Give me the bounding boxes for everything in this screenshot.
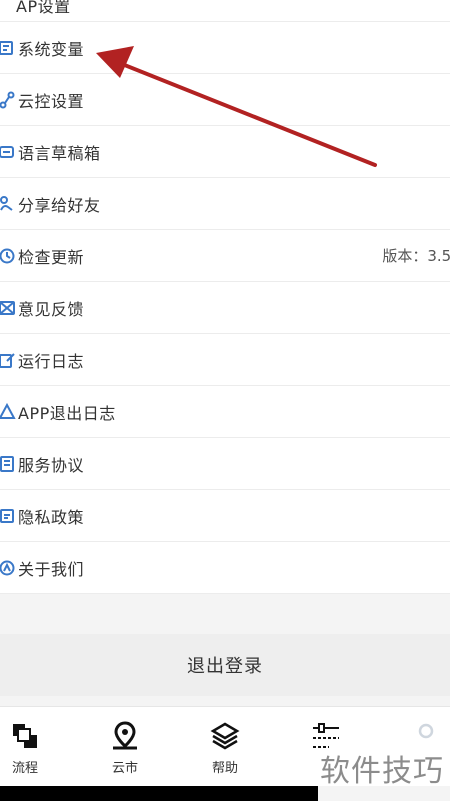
watermark-text: 软件技巧 <box>320 754 444 789</box>
menu-item-about-us[interactable]: 关于我们 <box>0 542 450 594</box>
menu-item-label: 服务协议 <box>18 455 85 475</box>
menu-item-label: APP退出日志 <box>18 403 116 423</box>
document-icon <box>0 455 16 473</box>
policy-icon <box>0 507 16 525</box>
menu-item-service-agreement[interactable]: 服务协议 <box>0 438 450 490</box>
menu-item-share[interactable]: 分享给好友 <box>0 178 450 230</box>
flow-icon <box>0 719 55 753</box>
tab-flow[interactable]: 流程 <box>0 719 55 776</box>
menu-item-app-exit-log[interactable]: APP退出日志 <box>0 386 450 438</box>
logout-button[interactable]: 退出登录 <box>0 634 450 696</box>
tab-label: 帮助 <box>211 761 238 776</box>
menu-item-run-log[interactable]: 运行日志 <box>0 334 450 386</box>
menu-item-label: 语言草稿箱 <box>18 143 101 163</box>
warning-icon <box>0 402 16 421</box>
logout-label: 退出登录 <box>187 656 263 677</box>
menu-item-system-variables[interactable]: 系统变量 <box>0 22 450 74</box>
menu-item-label: 检查更新 <box>18 247 85 267</box>
log-edit-icon <box>0 351 16 369</box>
home-indicator-bar <box>0 786 318 801</box>
update-icon <box>0 247 16 265</box>
version-value: 版本：3.5. <box>382 247 450 265</box>
menu-item-ap-settings[interactable]: AP设置 <box>0 0 450 22</box>
tab-help[interactable]: 帮助 <box>195 719 255 776</box>
menu-item-cloud-control[interactable]: 云控设置 <box>0 74 450 126</box>
menu-item-label: 意见反馈 <box>18 299 85 319</box>
settings-menu-list: AP设置 系统变量 云控设置 语言草稿箱 分享给好友 检查更新 版本：3.5. <box>0 0 450 594</box>
menu-item-privacy-policy[interactable]: 隐私政策 <box>0 490 450 542</box>
layers-icon <box>195 719 255 753</box>
share-icon <box>0 195 16 213</box>
menu-item-check-update[interactable]: 检查更新 版本：3.5. <box>0 230 450 282</box>
draft-box-icon <box>0 143 16 161</box>
tab-cloud-market[interactable]: 云市 <box>95 719 155 776</box>
about-icon <box>0 559 16 577</box>
location-icon <box>95 719 155 753</box>
menu-item-label: 系统变量 <box>18 39 85 59</box>
tab-label: 流程 <box>11 761 38 776</box>
menu-item-label: 云控设置 <box>18 91 85 111</box>
menu-item-label: AP设置 <box>16 0 71 16</box>
menu-item-label: 关于我们 <box>18 559 85 579</box>
menu-item-feedback[interactable]: 意见反馈 <box>0 282 450 334</box>
feedback-icon <box>0 299 16 317</box>
tab-label: 云市 <box>111 761 138 776</box>
menu-item-draft-box[interactable]: 语言草稿箱 <box>0 126 450 178</box>
menu-item-label: 分享给好友 <box>18 195 101 215</box>
variable-icon <box>0 39 16 57</box>
cloud-control-icon <box>0 91 16 109</box>
menu-item-label: 运行日志 <box>18 351 85 371</box>
menu-item-label: 隐私政策 <box>18 507 85 527</box>
